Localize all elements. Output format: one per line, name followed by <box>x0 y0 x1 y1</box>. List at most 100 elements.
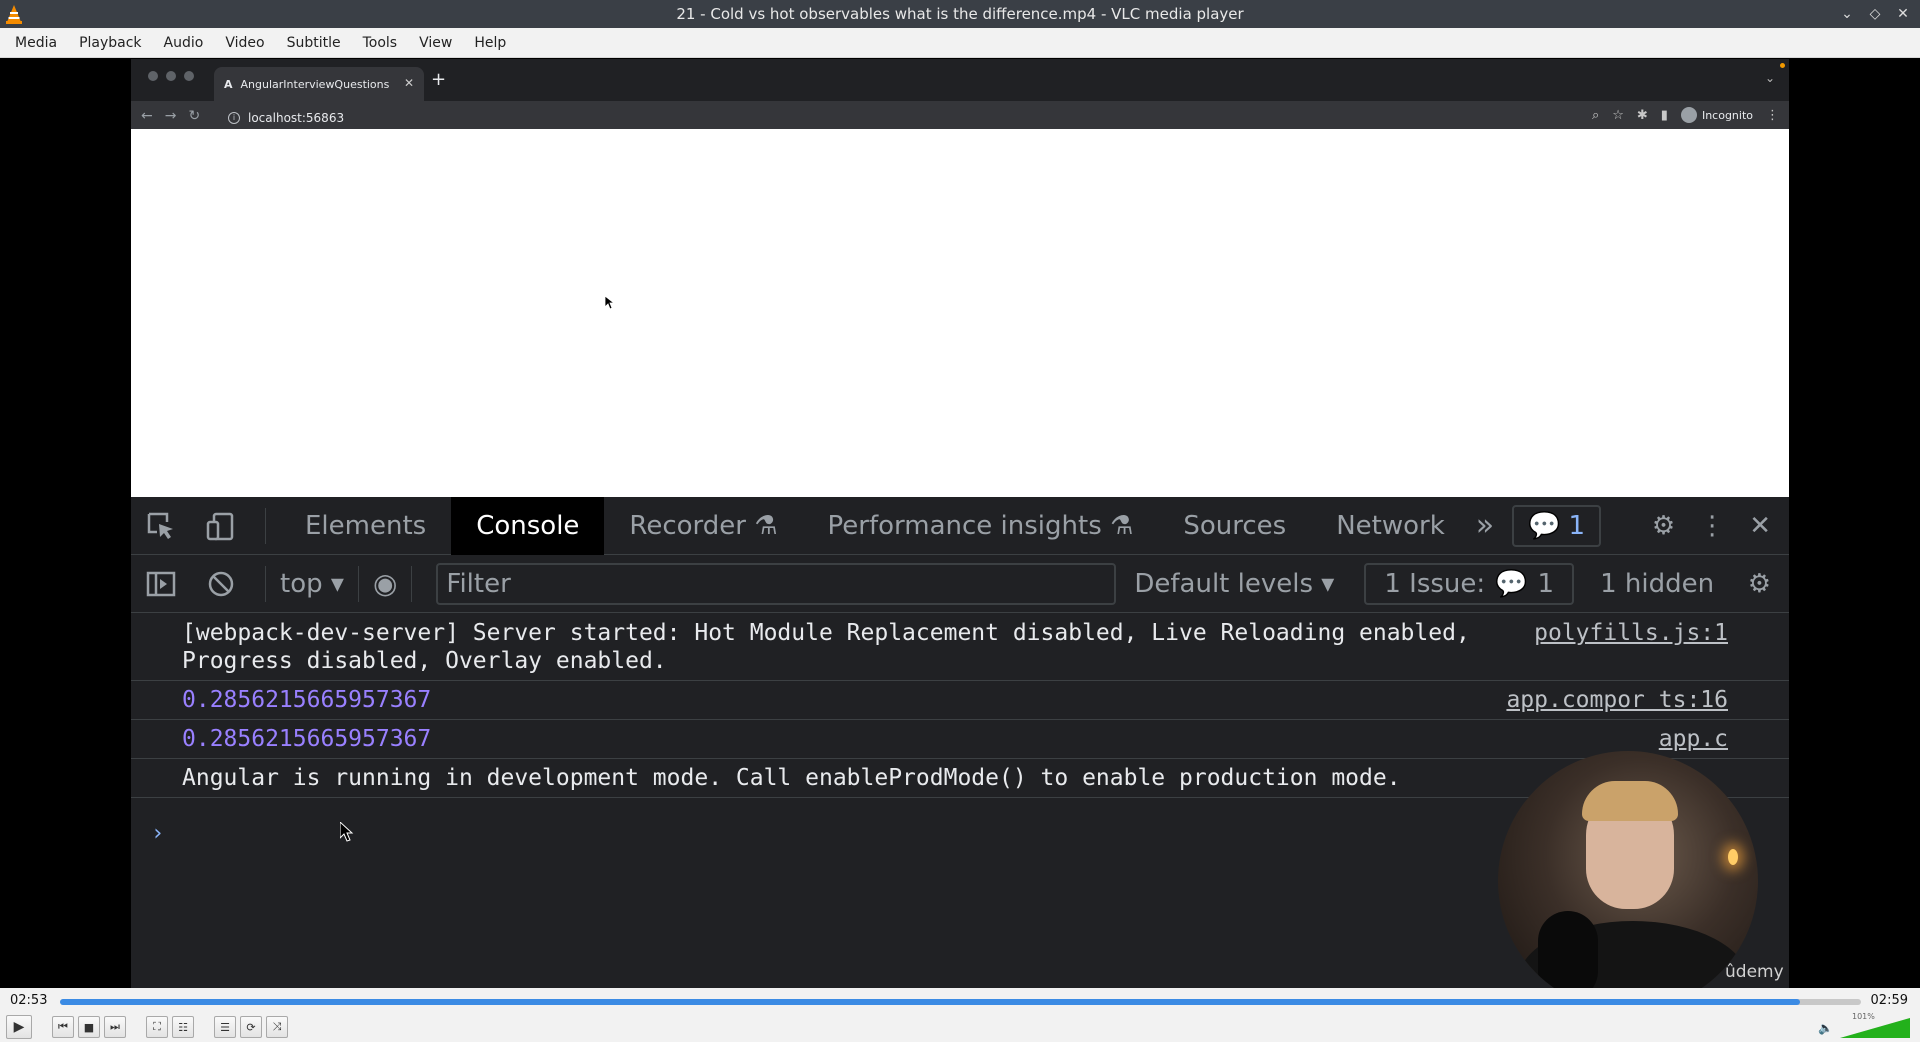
udemy-watermark: ûdemy <box>1725 962 1784 982</box>
chat-icon: 💬 <box>1495 568 1528 599</box>
browser-actions: ⌕ ☆ ✱ ▮ Incognito ⋮ <box>1592 107 1779 123</box>
previous-button[interactable]: ⏮ <box>52 1016 74 1038</box>
tab-recorder-label: Recorder <box>629 510 746 541</box>
address-bar: i localhost:56863 <box>228 107 1308 129</box>
divider <box>265 507 266 544</box>
maximize-icon[interactable]: ◇ <box>1866 6 1884 22</box>
divider <box>265 565 266 602</box>
control-buttons: ▶ ⏮ ■ ⏭ ⛶ ☷ ☰ ⟳ ⤨ <box>6 1015 288 1039</box>
context-selector: top ▾ <box>280 568 344 599</box>
loop-button[interactable]: ⟳ <box>240 1016 262 1038</box>
mouse-pointer-icon <box>605 296 615 310</box>
window-title: 21 - Cold vs hot observables what is the… <box>676 5 1244 23</box>
stop-button[interactable]: ■ <box>78 1016 100 1038</box>
tab-performance-label: Performance insights <box>827 510 1102 541</box>
clear-console-icon <box>191 555 251 613</box>
video-frame[interactable]: A AngularInterviewQuestions ✕ + ⌄ ← → ↻ … <box>0 59 1920 1011</box>
console-filter-input: Filter <box>436 562 1117 605</box>
angular-favicon-icon: A <box>224 77 233 91</box>
volume-slider[interactable] <box>1840 1018 1910 1038</box>
menu-tools[interactable]: Tools <box>352 28 409 58</box>
device-toolbar-icon <box>191 497 251 555</box>
side-panel-icon: ▮ <box>1660 107 1668 123</box>
fullscreen-button[interactable]: ⛶ <box>146 1016 168 1038</box>
seek-bar[interactable] <box>60 999 1861 1005</box>
traffic-lights <box>148 71 194 81</box>
play-button[interactable]: ▶ <box>6 1015 32 1039</box>
console-source-link: app.compor ts:16 <box>1498 686 1728 714</box>
bookmark-star-icon: ☆ <box>1612 107 1624 123</box>
menu-audio[interactable]: Audio <box>153 28 215 58</box>
menu-bar: Media Playback Audio Video Subtitle Tool… <box>0 28 1920 58</box>
minimize-icon[interactable]: ⌄ <box>1838 6 1856 22</box>
issue-counter: 1 Issue: 💬 1 <box>1364 562 1575 605</box>
divider <box>357 565 359 602</box>
console-source-link: app.c <box>1650 725 1728 753</box>
log-levels-dropdown: Default levels ▾ <box>1134 568 1335 599</box>
browser-menu-icon: ⋮ <box>1766 107 1779 123</box>
menu-subtitle[interactable]: Subtitle <box>276 28 352 58</box>
site-info-icon: i <box>228 112 240 124</box>
console-message: 0.2856215665957367 app.c <box>131 720 1789 759</box>
tab-sources: Sources <box>1183 510 1287 541</box>
console-message-text: [webpack-dev-server] Server started: Hot… <box>182 620 1470 674</box>
total-duration: 02:59 <box>1870 993 1908 1008</box>
issue-count: 1 <box>1537 568 1555 599</box>
menu-playback[interactable]: Playback <box>68 28 152 58</box>
console-message: [webpack-dev-server] Server started: Hot… <box>131 614 1789 681</box>
browser-tab-strip: A AngularInterviewQuestions ✕ + ⌄ <box>131 59 1789 101</box>
devtools-actions: ⚙ ⋮ ✕ <box>1652 511 1789 541</box>
close-devtools-icon: ✕ <box>1749 510 1771 541</box>
mouse-pointer-icon <box>340 822 354 842</box>
next-button[interactable]: ⏭ <box>104 1016 126 1038</box>
context-selector-value: top <box>280 568 323 599</box>
zoom-icon: ⌕ <box>1591 107 1600 123</box>
menu-video[interactable]: Video <box>214 28 275 58</box>
menu-view[interactable]: View <box>408 28 463 58</box>
hidden-messages-count: 1 hidden <box>1600 568 1715 599</box>
console-message-text: 0.2856215665957367 <box>182 726 432 752</box>
menu-media[interactable]: Media <box>4 28 68 58</box>
browser-tab-title: AngularInterviewQuestions <box>240 77 390 91</box>
menu-help[interactable]: Help <box>463 28 517 58</box>
console-prompt-icon: › <box>151 821 165 846</box>
console-toolbar: top ▾ ◉ Filter Default levels ▾ 1 Issue:… <box>131 555 1789 613</box>
forward-icon: → <box>164 108 177 124</box>
close-icon[interactable]: ✕ <box>1894 6 1912 22</box>
settings-gear-icon: ⚙ <box>1651 510 1676 541</box>
console-source-link: polyfills.js:1 <box>1526 619 1728 647</box>
chat-icon: 💬 <box>1528 510 1561 541</box>
playlist-button[interactable]: ☰ <box>214 1016 236 1038</box>
address-url: localhost:56863 <box>248 111 345 125</box>
console-settings-gear-icon: ⚙ <box>1747 568 1771 599</box>
tab-close-icon: ✕ <box>403 76 414 90</box>
extensions-icon: ✱ <box>1636 107 1648 123</box>
instructor-webcam <box>1498 751 1758 1011</box>
elapsed-time: 02:53 <box>10 993 48 1008</box>
tab-search-icon: ⌄ <box>1764 71 1775 85</box>
incognito-icon <box>1680 107 1697 123</box>
incognito-label: Incognito <box>1701 108 1753 122</box>
issue-label: 1 Issue: <box>1384 568 1486 599</box>
devtools-tabbar: Elements Console Recorder ⚗ Performance … <box>131 496 1789 555</box>
tab-console: Console <box>451 496 605 555</box>
log-levels-label: Default levels <box>1134 568 1314 599</box>
new-tab-icon: + <box>431 69 447 90</box>
console-message: 0.2856215665957367 app.compor ts:16 <box>131 681 1789 720</box>
tab-network: Network <box>1336 510 1445 541</box>
title-bar: 21 - Cold vs hot observables what is the… <box>0 0 1920 28</box>
vlc-logo-icon <box>6 5 22 24</box>
window-controls: ⌄ ◇ ✕ <box>1838 0 1912 28</box>
tab-elements: Elements <box>305 510 427 541</box>
extended-settings-button[interactable]: ☷ <box>172 1016 194 1038</box>
speaker-icon[interactable]: 🔈 <box>1818 1021 1833 1035</box>
back-icon: ← <box>141 108 153 124</box>
shuffle-button[interactable]: ⤨ <box>266 1016 288 1038</box>
issues-badge-count: 1 <box>1568 510 1586 541</box>
browser-tab: A AngularInterviewQuestions ✕ <box>214 67 424 101</box>
volume-control[interactable]: 🔈 101% <box>1814 1012 1914 1040</box>
console-message-text: Angular is running in development mode. … <box>182 765 1401 791</box>
more-options-icon: ⋮ <box>1699 510 1726 541</box>
flask-icon: ⚗ <box>1110 510 1134 541</box>
console-message-text: 0.2856215665957367 <box>182 687 432 713</box>
